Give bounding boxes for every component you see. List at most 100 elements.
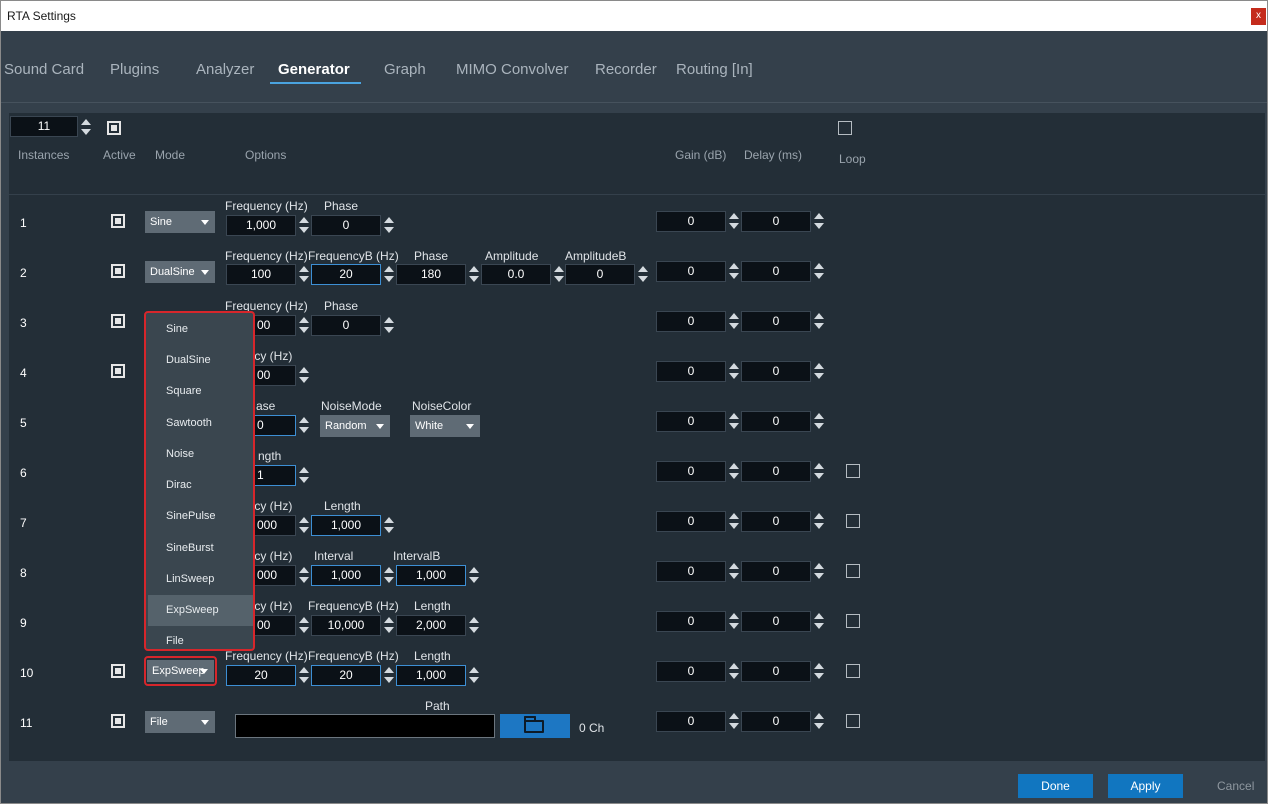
row-10-frequencyb-input[interactable]: 20 [311,665,381,686]
row-11-path-input[interactable] [235,714,495,738]
row-8-intervalb-input[interactable]: 1,000 [396,565,466,586]
row-4-gain-spinner[interactable] [729,361,739,381]
row-10-delay-input[interactable]: 0 [741,661,811,682]
row-2-frequencyb-input[interactable]: 20 [311,264,381,285]
row-3-phase-spinner[interactable] [384,315,394,335]
row-5-phase-spinner[interactable] [299,415,309,435]
row-11-browse-button[interactable] [500,714,570,738]
row-8-intervalb-spinner[interactable] [469,565,479,585]
row-11-loop-checkbox[interactable] [846,714,860,728]
row-5-noisecolor-dropdown[interactable]: White [410,415,480,437]
row-9-frequencyb-spinner[interactable] [384,615,394,635]
row-10-gain-spinner[interactable] [729,661,739,681]
row-9-gain-input[interactable]: 0 [656,611,726,632]
row-1-active-checkbox[interactable] [111,214,125,228]
menu-item-file[interactable]: File [148,626,253,657]
apply-button[interactable]: Apply [1108,774,1183,798]
row-7-delay-spinner[interactable] [814,511,824,531]
row-8-gain-spinner[interactable] [729,561,739,581]
row-10-frequency-input[interactable]: 20 [226,665,296,686]
row-9-frequencyb-input[interactable]: 10,000 [311,615,381,636]
row-2-frequencyb-spinner[interactable] [384,264,394,284]
menu-item-square[interactable]: Square [148,376,253,407]
cancel-button[interactable]: Cancel [1217,779,1254,793]
row-6-gain-input[interactable]: 0 [656,461,726,482]
row-2-mode-dropdown[interactable]: DualSine [145,261,215,283]
row-11-mode-dropdown[interactable]: File [145,711,215,733]
row-4-delay-input[interactable]: 0 [741,361,811,382]
row-8-loop-checkbox[interactable] [846,564,860,578]
row-2-gain-spinner[interactable] [729,261,739,281]
row-10-delay-spinner[interactable] [814,661,824,681]
row-5-gain-input[interactable]: 0 [656,411,726,432]
row-2-amplitudeb-input[interactable]: 0 [565,264,635,285]
row-1-gain-spinner[interactable] [729,211,739,231]
menu-item-sawtooth[interactable]: Sawtooth [148,408,253,439]
row-9-gain-spinner[interactable] [729,611,739,631]
row-10-gain-input[interactable]: 0 [656,661,726,682]
row-1-frequency-spinner[interactable] [299,215,309,235]
row-2-gain-input[interactable]: 0 [656,261,726,282]
tab-generator[interactable]: Generator [278,61,350,78]
row-9-delay-input[interactable]: 0 [741,611,811,632]
menu-item-linsweep[interactable]: LinSweep [148,564,253,595]
row-9-delay-spinner[interactable] [814,611,824,631]
row-7-length-input[interactable]: 1,000 [311,515,381,536]
menu-item-sineburst[interactable]: SineBurst [148,533,253,564]
active-all-checkbox[interactable] [107,121,121,135]
row-3-gain-input[interactable]: 0 [656,311,726,332]
row-11-gain-spinner[interactable] [729,711,739,731]
row-5-gain-spinner[interactable] [729,411,739,431]
row-6-gain-spinner[interactable] [729,461,739,481]
row-2-phase-spinner[interactable] [469,264,479,284]
row-11-delay-input[interactable]: 0 [741,711,811,732]
row-5-delay-input[interactable]: 0 [741,411,811,432]
tab-routing-in[interactable]: Routing [In] [676,61,753,78]
close-button[interactable]: x [1251,8,1266,25]
tab-graph[interactable]: Graph [384,61,426,78]
row-6-loop-checkbox[interactable] [846,464,860,478]
row-8-delay-spinner[interactable] [814,561,824,581]
tab-sound-card[interactable]: Sound Card [4,61,84,78]
row-4-delay-spinner[interactable] [814,361,824,381]
row-7-loop-checkbox[interactable] [846,514,860,528]
row-8-interval-input[interactable]: 1,000 [311,565,381,586]
row-1-phase-spinner[interactable] [384,215,394,235]
row-1-mode-dropdown[interactable]: Sine [145,211,215,233]
menu-item-sine[interactable]: Sine [148,314,253,345]
menu-item-dualsine[interactable]: DualSine [148,345,253,376]
row-1-delay-spinner[interactable] [814,211,824,231]
tab-analyzer[interactable]: Analyzer [196,61,254,78]
instances-input[interactable]: 11 [10,116,78,137]
row-2-active-checkbox[interactable] [111,264,125,278]
row-2-amplitude-input[interactable]: 0.0 [481,264,551,285]
row-1-gain-input[interactable]: 0 [656,211,726,232]
row-7-gain-spinner[interactable] [729,511,739,531]
row-9-length-spinner[interactable] [469,615,479,635]
row-4-gain-input[interactable]: 0 [656,361,726,382]
row-7-length-spinner[interactable] [384,515,394,535]
row-2-frequency-input[interactable]: 100 [226,264,296,285]
menu-item-dirac[interactable]: Dirac [148,470,253,501]
row-2-delay-spinner[interactable] [814,261,824,281]
row-3-gain-spinner[interactable] [729,311,739,331]
loop-all-checkbox[interactable] [838,121,852,135]
row-7-frequency-spinner[interactable] [299,515,309,535]
row-10-frequency-spinner[interactable] [299,665,309,685]
instances-spinner[interactable] [81,117,91,137]
row-10-length-input[interactable]: 1,000 [396,665,466,686]
row-3-frequency-spinner[interactable] [299,315,309,335]
tab-mimo-convolver[interactable]: MIMO Convolver [456,61,569,78]
row-2-phase-input[interactable]: 180 [396,264,466,285]
row-5-delay-spinner[interactable] [814,411,824,431]
row-8-frequency-spinner[interactable] [299,565,309,585]
row-2-delay-input[interactable]: 0 [741,261,811,282]
row-9-length-input[interactable]: 2,000 [396,615,466,636]
row-2-amplitudeb-spinner[interactable] [638,264,648,284]
tab-recorder[interactable]: Recorder [595,61,657,78]
row-1-delay-input[interactable]: 0 [741,211,811,232]
row-7-gain-input[interactable]: 0 [656,511,726,532]
row-1-phase-input[interactable]: 0 [311,215,381,236]
row-10-length-spinner[interactable] [469,665,479,685]
row-10-frequencyb-spinner[interactable] [384,665,394,685]
